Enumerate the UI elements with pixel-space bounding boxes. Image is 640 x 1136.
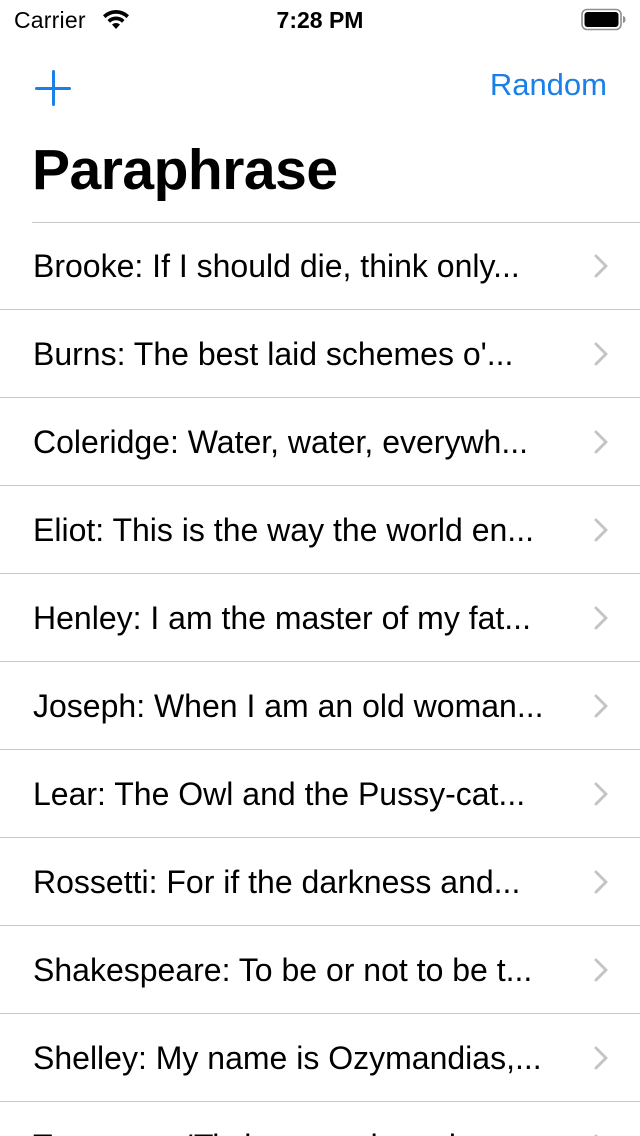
list-item[interactable]: Joseph: When I am an old woman... bbox=[0, 662, 640, 750]
list-item-label: Tennyson: 'Tis better to have lov... bbox=[33, 1102, 573, 1136]
list-item[interactable]: Brooke: If I should die, think only... bbox=[0, 222, 640, 310]
list-item[interactable]: Eliot: This is the way the world en... bbox=[0, 486, 640, 574]
page-title: Paraphrase bbox=[32, 138, 338, 202]
chevron-right-icon bbox=[594, 254, 608, 278]
list-item[interactable]: Henley: I am the master of my fat... bbox=[0, 574, 640, 662]
list-item-label: Brooke: If I should die, think only... bbox=[33, 248, 520, 284]
chevron-right-icon bbox=[594, 430, 608, 454]
add-button[interactable] bbox=[30, 65, 76, 111]
list-item-label: Lear: The Owl and the Pussy-cat... bbox=[33, 776, 526, 812]
chevron-right-icon bbox=[594, 342, 608, 366]
clock-time: 7:28 PM bbox=[276, 7, 364, 33]
chevron-right-icon bbox=[594, 782, 608, 806]
list-item-label: Shelley: My name is Ozymandias,... bbox=[33, 1040, 542, 1076]
list-item[interactable]: Tennyson: 'Tis better to have lov... bbox=[0, 1102, 640, 1136]
chevron-right-icon bbox=[594, 870, 608, 894]
list-item-label: Coleridge: Water, water, everywh... bbox=[33, 424, 529, 460]
list-item-label: Eliot: This is the way the world en... bbox=[33, 512, 534, 548]
screen: Carrier 7:28 PM Random Paraphrase Brooke… bbox=[0, 0, 640, 1136]
list-item-label: Rossetti: For if the darkness and... bbox=[33, 864, 521, 900]
list-item[interactable]: Coleridge: Water, water, everywh... bbox=[0, 398, 640, 486]
list-item-label: Burns: The best laid schemes o'... bbox=[33, 336, 514, 372]
list-item[interactable]: Shakespeare: To be or not to be t... bbox=[0, 926, 640, 1014]
chevron-right-icon bbox=[594, 958, 608, 982]
chevron-right-icon bbox=[594, 518, 608, 542]
chevron-right-icon bbox=[594, 1046, 608, 1070]
list-item[interactable]: Rossetti: For if the darkness and... bbox=[0, 838, 640, 926]
list-item-label: Henley: I am the master of my fat... bbox=[33, 600, 531, 636]
battery-icon bbox=[581, 8, 626, 31]
list-item-label: Shakespeare: To be or not to be t... bbox=[33, 952, 533, 988]
status-bar: Carrier 7:28 PM bbox=[0, 0, 640, 40]
list-item[interactable]: Lear: The Owl and the Pussy-cat... bbox=[0, 750, 640, 838]
random-button[interactable]: Random bbox=[490, 67, 607, 103]
list-item[interactable]: Burns: The best laid schemes o'... bbox=[0, 310, 640, 398]
chevron-right-icon bbox=[594, 606, 608, 630]
list-item[interactable]: Shelley: My name is Ozymandias,... bbox=[0, 1014, 640, 1102]
navigation-bar: Random bbox=[0, 60, 640, 110]
list-item-label: Joseph: When I am an old woman... bbox=[33, 688, 544, 724]
quote-list: Brooke: If I should die, think only... B… bbox=[0, 222, 640, 1136]
chevron-right-icon bbox=[594, 694, 608, 718]
